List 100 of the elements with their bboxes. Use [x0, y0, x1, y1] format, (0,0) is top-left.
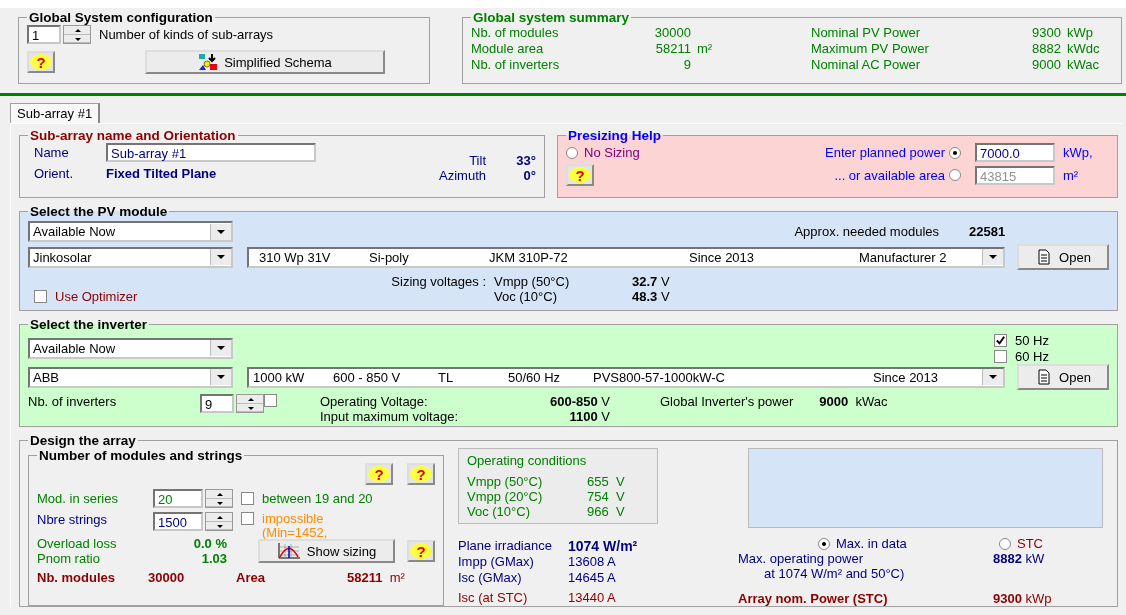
field-label: Number of kinds of sub-arrays [99, 27, 274, 42]
checkbox-label[interactable]: Use Optimizer [55, 289, 138, 304]
simplified-schema-button[interactable]: Simplified Schema [145, 50, 385, 74]
checkbox[interactable] [994, 333, 1008, 347]
power-value: 9300 kWp [993, 591, 1053, 606]
group-title: Global System configuration [28, 10, 214, 25]
spin-buttons[interactable] [205, 512, 233, 531]
current-label: Isc (at STC) [458, 590, 529, 606]
dropdown[interactable]: Available Now [28, 337, 233, 359]
dropdown[interactable]: Available Now [28, 221, 233, 242]
field-label: Nb. of inverters [28, 394, 118, 409]
summary-value: 30000 [653, 25, 691, 41]
group-title: Sub-array name and Orientation [29, 128, 237, 143]
open-button[interactable]: Open [1017, 364, 1109, 390]
power-note: at 1074 W/m² and 50°C) [763, 566, 906, 581]
dropdown[interactable]: Jinkosolar [28, 246, 233, 268]
radio-button[interactable] [999, 537, 1011, 550]
module-dropdown[interactable]: 310 Wp 31V Si-poly JKM 310P-72 Since 2013 Manufacturer 2 [247, 246, 1005, 268]
show-sizing-button[interactable]: Show sizing [257, 539, 396, 563]
caret-icon [210, 249, 231, 265]
radio-button[interactable] [566, 146, 578, 159]
inverter-dropdown[interactable]: 1000 kW 600 - 850 V TL 50/60 Hz PVS800-57-1000kW-C Since 2013 [247, 366, 1005, 388]
voltage-value: 48.3 V [632, 289, 671, 304]
radio-button[interactable] [818, 537, 830, 550]
summary-label: Nominal PV Power [811, 25, 922, 41]
summary-label: Nb. of modules [471, 25, 560, 41]
voltage-label: Input maximum voltage: [320, 409, 459, 424]
voltage-value: 966 V [587, 504, 626, 519]
ratio-value: 0.0 % [192, 536, 227, 551]
spin-buttons[interactable] [205, 489, 233, 508]
series-note: between 19 and 20 [262, 491, 373, 506]
radio-label[interactable]: No Sizing [584, 145, 640, 160]
unit-label: m² [1063, 167, 1080, 183]
checkbox[interactable] [994, 349, 1008, 363]
spin-buttons[interactable] [236, 394, 264, 413]
irradiance-label: Plane irradiance [458, 538, 553, 554]
radio-button[interactable] [949, 146, 961, 159]
summary-value: 9000 [1031, 57, 1061, 73]
voltage-label: Operating Voltage: [320, 394, 429, 409]
strings-note: impossible (Min=1452, [262, 512, 329, 540]
checkbox[interactable] [34, 290, 47, 303]
radio-label[interactable]: Max. in data [836, 536, 907, 551]
voltage-label: Voc (10°C) [467, 504, 531, 519]
ratio-label: Overload loss [37, 536, 118, 551]
ratio-value: 1.03 [200, 551, 227, 566]
number-field[interactable]: 1500 [153, 512, 203, 531]
summary-value: 9 [682, 57, 691, 73]
checkbox[interactable] [241, 492, 254, 505]
voltage-value: 32.7 V [632, 274, 671, 289]
panel-title: Operating conditions [467, 453, 588, 468]
total-label: Area [236, 570, 266, 585]
number-field[interactable]: 20 [153, 489, 203, 508]
dropdown[interactable]: ABB [28, 366, 233, 388]
spin-buttons[interactable] [63, 25, 91, 44]
total-value: 58211 m² [347, 570, 406, 585]
group-title: Select the PV module [29, 204, 169, 219]
summary-unit: kWac [1067, 57, 1100, 73]
group-title: Design the array [29, 433, 137, 448]
number-field[interactable]: 1 [27, 25, 61, 44]
total-label: Nb. modules [37, 570, 116, 585]
power-field[interactable]: 7000.0 [975, 143, 1055, 162]
summary-label: Module area [471, 41, 545, 57]
help-button[interactable]: ? [407, 540, 435, 562]
power-label: Max. operating power [738, 551, 863, 566]
name-field[interactable]: Sub-array #1 [106, 143, 316, 162]
radio-label[interactable]: Enter planned power [760, 145, 945, 160]
schema-icon [198, 53, 219, 71]
caret-icon [210, 340, 231, 356]
help-button[interactable]: ? [27, 51, 55, 73]
caret-icon [982, 249, 1003, 265]
checkbox-label[interactable]: 50 Hz [1015, 332, 1049, 348]
power-label: Array nom. Power (STC) [738, 591, 888, 606]
voltage-value: 754 V [587, 489, 626, 504]
checkbox-label[interactable]: 60 Hz [1015, 348, 1049, 364]
total-value: 30000 [148, 570, 186, 585]
current-value: 14645 A [568, 570, 617, 586]
checkbox[interactable] [241, 512, 254, 525]
open-button[interactable]: Open [1017, 244, 1109, 270]
group-title: Select the inverter [29, 317, 149, 332]
current-value: 13440 A [568, 590, 617, 606]
summary-label: Nominal AC Power [811, 57, 922, 73]
irradiance-value: 1074 W/m² [568, 538, 639, 554]
summary-value: 58211 [654, 41, 691, 57]
needed-modules-value: 22581 [969, 224, 1007, 239]
summary-unit: m² [697, 41, 713, 57]
voltage-label: Vmpp (50°C) [494, 274, 571, 289]
help-button[interactable]: ? [566, 164, 594, 186]
checkbox[interactable] [264, 394, 277, 407]
voltage-label: Vmpp (50°C) [467, 474, 544, 489]
field-label: Mod. in series [37, 491, 119, 506]
help-button[interactable]: ? [407, 463, 435, 485]
help-button[interactable]: ? [365, 463, 393, 485]
power-value: 8882 kW [993, 551, 1046, 566]
radio-label[interactable]: STC [1017, 536, 1043, 551]
summary-value: 9300 [1031, 25, 1061, 41]
tab[interactable]: Sub-array #1 [10, 103, 101, 123]
azimuth-value: 0° [522, 168, 536, 183]
number-field[interactable]: 9 [200, 394, 234, 413]
field-label: Approx. needed modules [794, 224, 939, 239]
azimuth-label: Azimuth [439, 168, 486, 183]
